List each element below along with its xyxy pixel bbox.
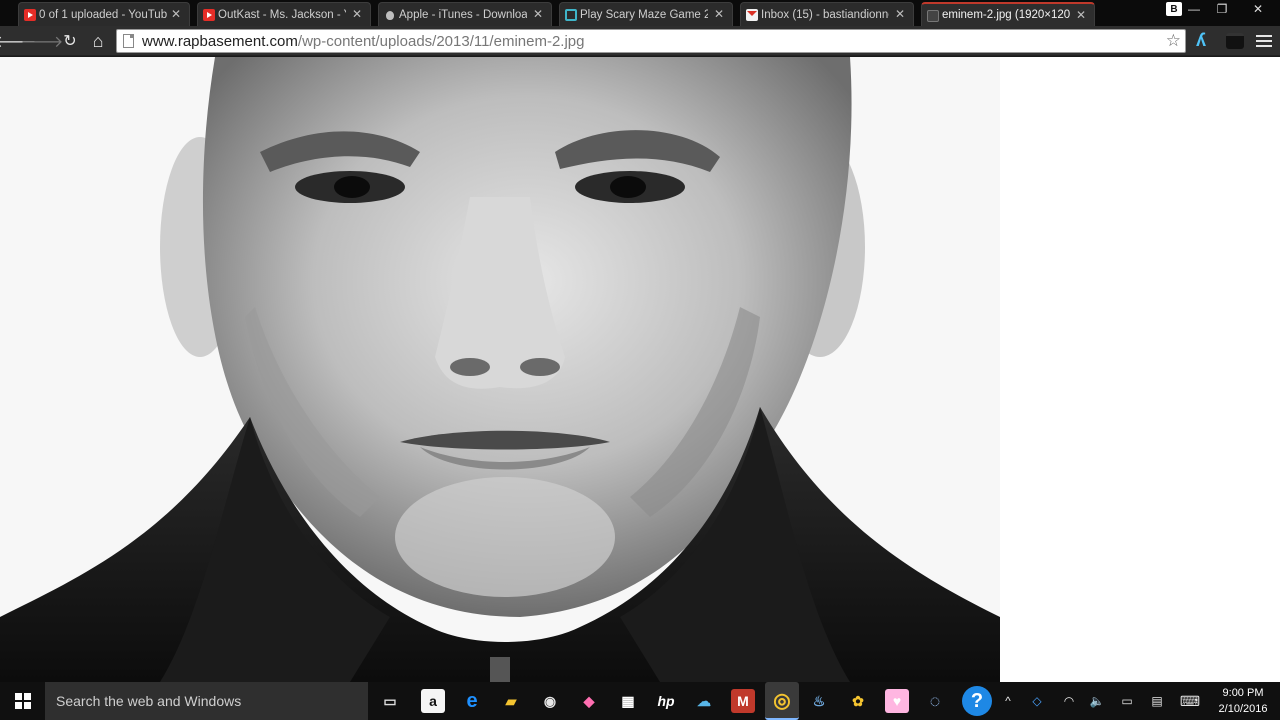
circle-app-icon[interactable]: ◌ [923,689,947,713]
windows-taskbar: Search the web and Windows ▭ a e ▰ ◉ ◆ ▦… [0,682,1280,720]
youtube-icon [24,9,36,21]
close-icon[interactable]: ✕ [1076,8,1086,22]
browser-toolbar: 🡐 🡒 ↻ ⌂ www.rapbasement.com/wp-content/u… [0,26,1280,56]
image-icon [927,10,939,22]
tab-label: 0 of 1 uploaded - YouTube [39,8,167,21]
media-player-icon[interactable]: ◉ [538,689,562,713]
close-icon[interactable]: ✕ [171,7,181,21]
start-button[interactable] [0,682,45,720]
youtube-icon [203,9,215,21]
mcafee-icon[interactable]: M [731,689,755,713]
hp-icon[interactable]: hp [654,689,678,713]
file-explorer-icon[interactable]: ▰ [499,689,523,713]
tab-eminem-image[interactable]: eminem-2.jpg (1920×1200) ✕ [921,2,1095,26]
chrome-icon[interactable]: ◎ [765,682,799,720]
extension-icon[interactable]: ʎ [1196,30,1214,52]
steam-icon[interactable]: ♨ [807,689,831,713]
tab-label: Apple - iTunes - Download [399,8,527,21]
close-icon[interactable]: ✕ [352,7,362,21]
page-icon [123,34,134,48]
close-icon[interactable]: ✕ [533,7,543,21]
amazon-icon[interactable]: a [421,689,445,713]
task-view-icon[interactable]: ▭ [378,689,402,713]
taskbar-search-box[interactable]: Search the web and Windows [45,682,368,720]
tab-itunes[interactable]: Apple - iTunes - Download ✕ [378,2,552,26]
tab-outkast[interactable]: OutKast - Ms. Jackson - YouTube ✕ [197,2,371,26]
window-controls: — ❐ ✕ [1180,0,1280,18]
tab-label: Play Scary Maze Game 2 | [580,8,708,21]
windows-logo-icon [14,693,31,709]
onedrive-icon[interactable]: ☁ [692,689,716,713]
portrait-image [0,57,1000,682]
heart-app-icon[interactable]: ♥ [885,689,909,713]
help-icon[interactable]: ? [962,686,992,716]
system-clock[interactable]: 9:00 PM 2/10/2016 [1208,685,1278,717]
dropbox-icon[interactable]: ◇ [1028,692,1046,710]
volume-icon[interactable]: 🔈 [1088,692,1106,710]
bookmark-star-icon[interactable]: ☆ [1166,31,1181,51]
touch-keyboard-icon[interactable]: ⌨ [1178,692,1202,710]
tab-label: Inbox (15) - bastiandionne [761,8,889,21]
address-bar[interactable]: www.rapbasement.com/wp-content/uploads/2… [116,29,1186,53]
clock-date: 2/10/2016 [1218,703,1268,715]
tab-gmail-inbox[interactable]: Inbox (15) - bastiandionne ✕ [740,2,914,26]
action-center-icon[interactable]: ▤ [1148,692,1166,710]
home-button[interactable]: ⌂ [88,31,108,51]
minimize-button[interactable]: — [1180,0,1208,18]
url-text[interactable]: www.rapbasement.com/wp-content/uploads/2… [142,33,584,50]
store-icon[interactable]: ▦ [616,689,640,713]
clock-time: 9:00 PM [1222,687,1264,699]
restore-button[interactable]: ❐ [1208,0,1236,18]
page-viewport [0,57,1280,682]
tab-youtube-upload[interactable]: 0 of 1 uploaded - YouTube ✕ [18,2,190,26]
game-icon [565,9,577,21]
cast-extension-icon[interactable] [1226,33,1244,49]
url-host: www.rapbasement.com [142,32,298,50]
tab-label: OutKast - Ms. Jackson - YouTube [218,8,346,21]
screen: 0 of 1 uploaded - YouTube ✕ OutKast - Ms… [0,0,1280,720]
apple-icon [384,9,396,21]
wifi-icon[interactable]: ◠ [1060,692,1078,710]
close-icon[interactable]: ✕ [714,7,724,21]
bee-app-icon[interactable]: ✿ [846,689,870,713]
tab-scary-maze[interactable]: Play Scary Maze Game 2 | ✕ [559,2,733,26]
edge-icon[interactable]: e [460,689,484,713]
close-icon[interactable]: ✕ [895,7,905,21]
tab-label: eminem-2.jpg (1920×1200) [942,9,1070,21]
chrome-menu-icon[interactable] [1256,32,1272,50]
color-app-icon[interactable]: ◆ [577,689,601,713]
reload-button[interactable]: ↻ [60,31,80,51]
search-placeholder: Search the web and Windows [56,693,242,709]
tab-strip: 0 of 1 uploaded - YouTube ✕ OutKast - Ms… [0,0,1280,26]
tray-overflow-chevron-icon[interactable]: ^ [1000,692,1016,710]
forward-button[interactable]: 🡒 [21,31,64,51]
url-path: /wp-content/uploads/2013/11/eminem-2.jpg [297,32,585,50]
battery-icon[interactable]: ▭ [1118,692,1136,710]
close-window-button[interactable]: ✕ [1236,0,1280,18]
gmail-icon [746,9,758,21]
